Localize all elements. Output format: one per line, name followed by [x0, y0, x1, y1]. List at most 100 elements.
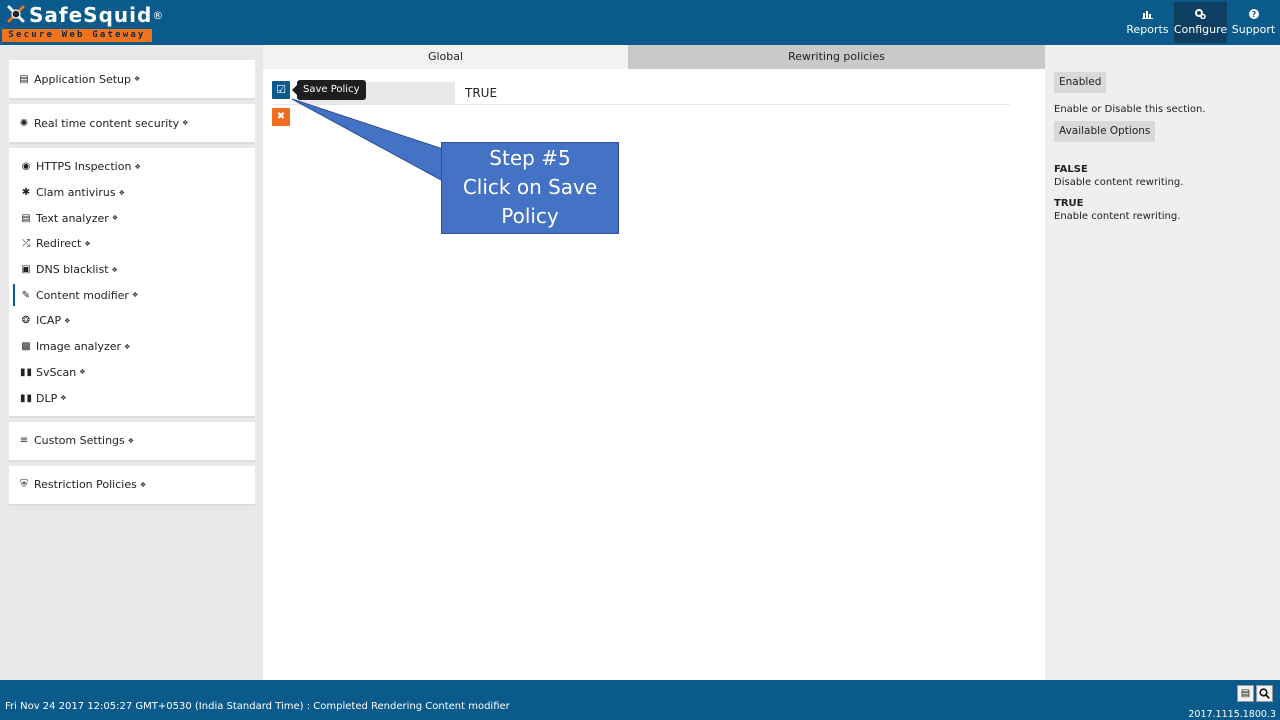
close-icon: ✖	[276, 111, 286, 122]
sidebar-item-custom-settings[interactable]: ≡ Custom Settings ❖	[9, 422, 255, 460]
section-description: Enable or Disable this section.	[1054, 104, 1206, 115]
sidebar-group-application-setup: ▤ Application Setup ❖	[9, 60, 255, 100]
main-content: Global Rewriting policies TRUE ☑ ✖ Save …	[263, 45, 1045, 680]
sidebar-item-icap[interactable]: ❂ ICAP ❖	[9, 308, 255, 334]
row-divider	[273, 104, 1010, 105]
check-square-icon: ☑	[276, 83, 286, 96]
sidebar-item-label: Content modifier	[36, 288, 129, 302]
enabled-chip: Enabled	[1054, 72, 1107, 93]
eye-icon: ◉	[21, 161, 31, 173]
nav-reports-label: Reports	[1126, 23, 1169, 36]
tab-rewriting-policies[interactable]: Rewriting policies	[628, 45, 1045, 69]
option-name: FALSE	[1054, 164, 1088, 175]
sidebar-item-content-modifier[interactable]: ✎ Content modifier ❖	[9, 282, 255, 308]
globe-icon: ❂	[21, 315, 31, 327]
shield-icon: ⛨	[20, 479, 28, 491]
info-icon[interactable]: ❖	[128, 437, 134, 445]
sidebar-item-label: Restriction Policies	[34, 478, 137, 492]
option-description: Disable content rewriting.	[1054, 177, 1184, 188]
tab-bar: Global Rewriting policies	[263, 45, 1045, 69]
option-name: TRUE	[1054, 198, 1084, 209]
sidebar-item-label: Custom Settings	[34, 434, 125, 448]
floppy-icon: ▤	[1240, 688, 1251, 699]
info-icon[interactable]: ❖	[132, 291, 138, 299]
info-icon[interactable]: ❖	[60, 394, 66, 402]
sidebar-item-label: Text analyzer	[36, 211, 109, 225]
info-icon[interactable]: ❖	[134, 75, 140, 83]
search-button[interactable]	[1256, 685, 1273, 702]
info-icon[interactable]: ❖	[64, 317, 70, 325]
sidebar-item-clam-antivirus[interactable]: ✱ Clam antivirus ❖	[9, 180, 255, 206]
info-icon[interactable]: ❖	[119, 189, 125, 197]
bug-icon: ✺	[19, 117, 29, 129]
top-nav: Reports Configure ? Support	[1121, 0, 1280, 45]
tab-global[interactable]: Global	[263, 45, 628, 69]
sidebar-item-https-inspection[interactable]: ◉ HTTPS Inspection ❖	[9, 154, 255, 180]
callout-line: Click on Save	[462, 175, 598, 199]
option-description: Enable content rewriting.	[1054, 211, 1181, 222]
sidebar-item-label: Clam antivirus	[36, 186, 116, 200]
callout-line: Policy	[501, 204, 559, 228]
svg-text:?: ?	[1251, 10, 1256, 19]
sidebar-item-dlp[interactable]: ▮ ▮ DLP ❖	[9, 385, 255, 411]
sidebar-item-label: HTTPS Inspection	[36, 160, 132, 174]
nav-support-label: Support	[1231, 23, 1276, 36]
edit-icon: ✎	[21, 289, 31, 301]
sidebar-item-label: DNS blacklist	[36, 263, 109, 277]
sidebar-item-restriction-policies[interactable]: ⛨ Restriction Policies ❖	[9, 466, 255, 504]
help-icon: ?	[1248, 9, 1259, 21]
squid-logo-icon	[7, 5, 25, 23]
save-policy-button[interactable]: ☑	[272, 81, 290, 99]
chart-icon	[1142, 9, 1153, 21]
sliders-icon: ≡	[19, 435, 29, 447]
asterisk-icon: ✱	[21, 187, 31, 199]
sidebar-group-restriction-policies: ⛨ Restriction Policies ❖	[9, 465, 255, 506]
dns-icon: ▣	[21, 264, 31, 276]
sidebar-item-label: DLP	[36, 391, 58, 405]
info-icon[interactable]: ❖	[112, 266, 118, 274]
sidebar-item-label: Redirect	[36, 237, 82, 251]
sidebar-group-real-time: ✺ Real time content security ❖	[9, 104, 255, 144]
sidebar-item-label: Real time content security	[34, 116, 180, 130]
info-icon[interactable]: ❖	[124, 343, 130, 351]
delete-policy-button[interactable]: ✖	[272, 108, 290, 126]
sidebar-item-label: Application Setup	[34, 72, 131, 86]
info-icon[interactable]: ❖	[79, 368, 85, 376]
document-icon: ▤	[21, 212, 31, 224]
sidebar: ▤ Application Setup ❖ ✺ Real time conten…	[9, 60, 255, 510]
sidebar-item-real-time-content-security[interactable]: ✺ Real time content security ❖	[9, 104, 255, 142]
sidebar-item-label: Image analyzer	[36, 340, 122, 354]
columns-icon: ▮ ▮	[20, 392, 33, 404]
nav-support[interactable]: ? Support	[1227, 2, 1280, 43]
image-file-icon: ▩	[21, 341, 31, 353]
logo-wordmark: SafeSquid ®	[6, 2, 163, 28]
sidebar-item-dns-blacklist[interactable]: ▣ DNS blacklist ❖	[9, 257, 255, 283]
search-icon	[1259, 688, 1270, 699]
logo-text: SafeSquid	[29, 3, 153, 27]
nav-reports[interactable]: Reports	[1121, 2, 1174, 43]
save-config-button[interactable]: ▤	[1237, 685, 1254, 702]
info-icon[interactable]: ❖	[84, 240, 90, 248]
info-icon[interactable]: ❖	[182, 119, 188, 127]
sidebar-item-redirect[interactable]: ⤮ Redirect ❖	[9, 231, 255, 257]
sidebar-item-text-analyzer[interactable]: ▤ Text analyzer ❖	[9, 205, 255, 231]
sidebar-item-svscan[interactable]: ▮ ▮ SvScan ❖	[9, 360, 255, 386]
info-icon[interactable]: ❖	[112, 214, 118, 222]
callout-line: Step #5	[489, 146, 571, 170]
sidebar-module-list: ◉ HTTPS Inspection ❖ ✱ Clam antivirus ❖ …	[9, 148, 255, 416]
info-icon[interactable]: ❖	[140, 481, 146, 489]
safesquid-logo[interactable]: SafeSquid ® Secure Web Gateway	[2, 2, 163, 43]
server-icon: ▤	[19, 73, 29, 85]
nav-configure[interactable]: Configure	[1174, 2, 1227, 43]
shuffle-icon: ⤮	[22, 238, 30, 250]
sidebar-item-application-setup[interactable]: ▤ Application Setup ❖	[9, 60, 255, 98]
sidebar-item-image-analyzer[interactable]: ▩ Image analyzer ❖	[9, 334, 255, 360]
save-policy-tooltip: Save Policy	[292, 80, 366, 100]
status-text: Fri Nov 24 2017 12:05:27 GMT+0530 (India…	[5, 701, 510, 712]
sidebar-group-custom-settings: ≡ Custom Settings ❖	[9, 421, 255, 462]
callout-pointer	[291, 98, 444, 182]
sidebar-group-modules: ◉ HTTPS Inspection ❖ ✱ Clam antivirus ❖ …	[9, 148, 255, 418]
columns-icon: ▮ ▮	[20, 366, 33, 378]
enabled-value[interactable]: TRUE	[465, 86, 497, 100]
info-icon[interactable]: ❖	[134, 163, 140, 171]
